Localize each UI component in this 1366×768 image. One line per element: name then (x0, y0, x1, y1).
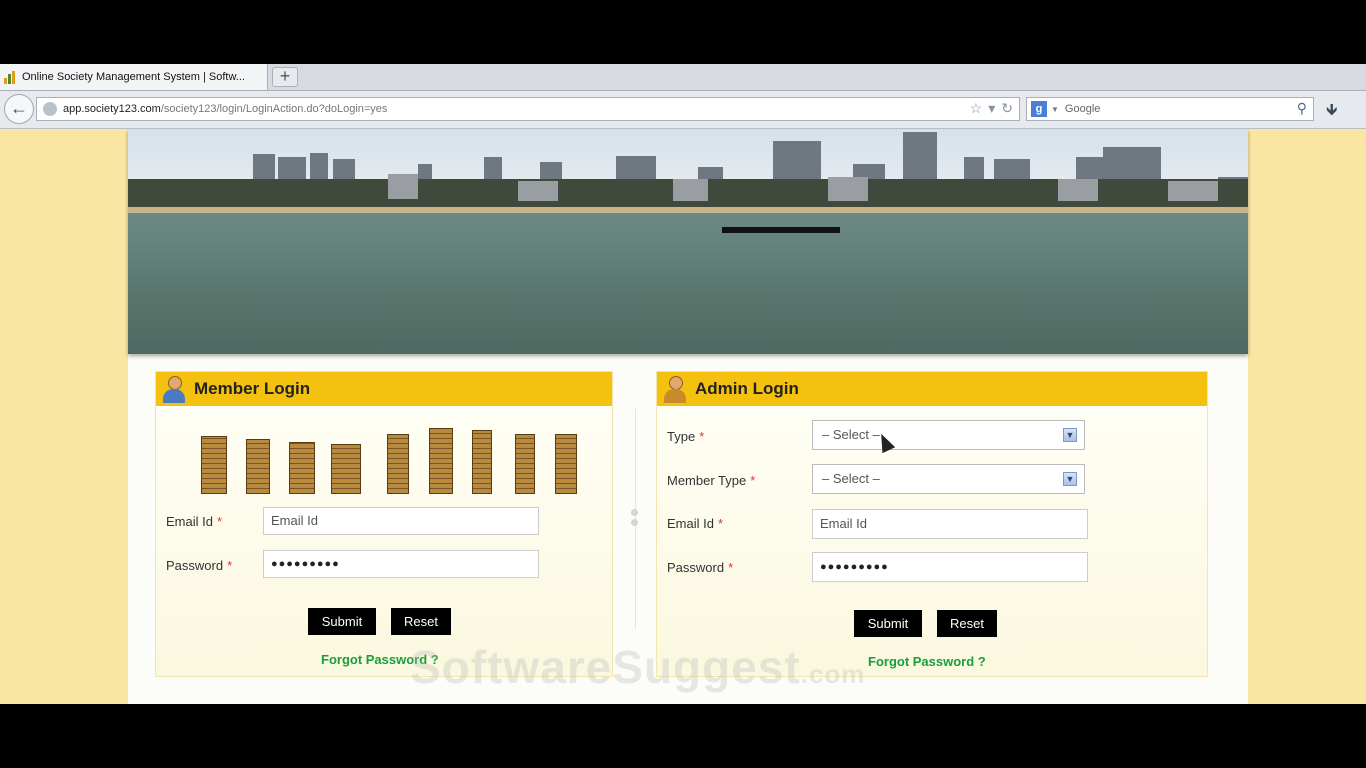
city-skyline-banner (128, 129, 1248, 354)
star-icon[interactable]: ☆ (970, 100, 983, 117)
member-password-label: Password * (166, 558, 233, 573)
download-icon[interactable]: 🡻 (1326, 99, 1338, 126)
address-bar[interactable]: app.society123.com /society123/login/Log… (36, 97, 1020, 121)
admin-member-type-label: Member Type * (667, 473, 756, 488)
member-reset-button[interactable]: Reset (391, 608, 451, 635)
member-login-panel: Member Login Email Id * Email Id Password… (155, 371, 613, 677)
browser-nav-bar: ← app.society123.com /society123/login/L… (0, 91, 1366, 129)
admin-type-label: Type * (667, 429, 705, 444)
buildings-illustration (201, 424, 581, 494)
building-icon (387, 434, 409, 494)
dropdown-arrow-icon[interactable]: ▾ (988, 100, 995, 117)
boat-silhouette (722, 227, 840, 233)
url-path: /society123/login/LoginAction.do?doLogin… (160, 103, 388, 115)
admin-type-select[interactable]: – Select – ▼ (812, 420, 1085, 450)
chevron-down-icon[interactable]: ▼ (1063, 428, 1077, 442)
admin-type-value: – Select – (822, 427, 880, 442)
letterbox-top (0, 0, 1366, 64)
tab-title: Online Society Management System | Softw… (22, 71, 245, 83)
admin-password-input[interactable]: ●●●●●●●●● (812, 552, 1088, 582)
new-tab-button[interactable]: + (272, 67, 298, 87)
member-user-icon (160, 374, 188, 404)
admin-login-title: Admin Login (695, 379, 799, 398)
search-engine-dropdown-icon[interactable]: ▼ (1051, 105, 1059, 114)
member-login-header: Member Login (156, 372, 612, 406)
admin-member-type-select[interactable]: – Select – ▼ (812, 464, 1085, 494)
building-icon (246, 439, 270, 494)
panel-divider-handle (631, 509, 639, 535)
back-arrow-icon: ← (10, 98, 28, 118)
banner-sea (128, 213, 1248, 354)
building-icon (555, 434, 577, 494)
globe-icon (43, 102, 57, 116)
skyline-image (128, 132, 1248, 211)
chevron-down-icon[interactable]: ▼ (1063, 472, 1077, 486)
google-icon[interactable]: g (1031, 101, 1047, 117)
admin-login-panel: Admin Login Type * – Select – ▼ Member Ty… (656, 371, 1208, 677)
admin-password-label: Password * (667, 560, 734, 575)
building-icon (331, 444, 361, 494)
admin-submit-button[interactable]: Submit (854, 610, 922, 637)
member-submit-button[interactable]: Submit (308, 608, 376, 635)
admin-email-input[interactable]: Email Id (812, 509, 1088, 539)
admin-reset-button[interactable]: Reset (937, 610, 997, 637)
admin-forgot-password-link[interactable]: Forgot Password ? (868, 654, 986, 669)
member-email-label: Email Id * (166, 514, 223, 529)
building-icon (201, 436, 227, 494)
member-password-input[interactable]: ●●●●●●●●● (263, 550, 539, 578)
member-email-input[interactable]: Email Id (263, 507, 539, 535)
search-icon[interactable]: ⚲ (1297, 100, 1307, 117)
reload-icon[interactable]: ↻ (1001, 100, 1013, 117)
admin-user-icon (661, 374, 689, 404)
letterbox-bottom (0, 704, 1366, 768)
admin-member-type-value: – Select – (822, 471, 880, 486)
back-button[interactable]: ← (4, 94, 34, 124)
page-background: Member Login Email Id * Email Id Password… (0, 129, 1366, 704)
building-icon (429, 428, 453, 494)
building-icon (289, 442, 315, 494)
building-icon (515, 434, 535, 494)
search-placeholder: Google (1064, 103, 1101, 115)
member-login-title: Member Login (194, 379, 311, 398)
page-content: Member Login Email Id * Email Id Password… (128, 129, 1248, 704)
building-icon (472, 430, 492, 494)
search-bar[interactable]: g ▼ Google ⚲ (1026, 97, 1314, 121)
url-host: app.society123.com (63, 103, 161, 115)
softwaresuggest-watermark: SoftwareSuggest.com (410, 641, 866, 693)
admin-email-label: Email Id * (667, 516, 724, 531)
browser-tab[interactable]: Online Society Management System | Softw… (0, 64, 268, 90)
browser-tab-bar: Online Society Management System | Softw… (0, 64, 1366, 91)
site-favicon-icon (4, 70, 18, 84)
admin-login-header: Admin Login (657, 372, 1207, 406)
